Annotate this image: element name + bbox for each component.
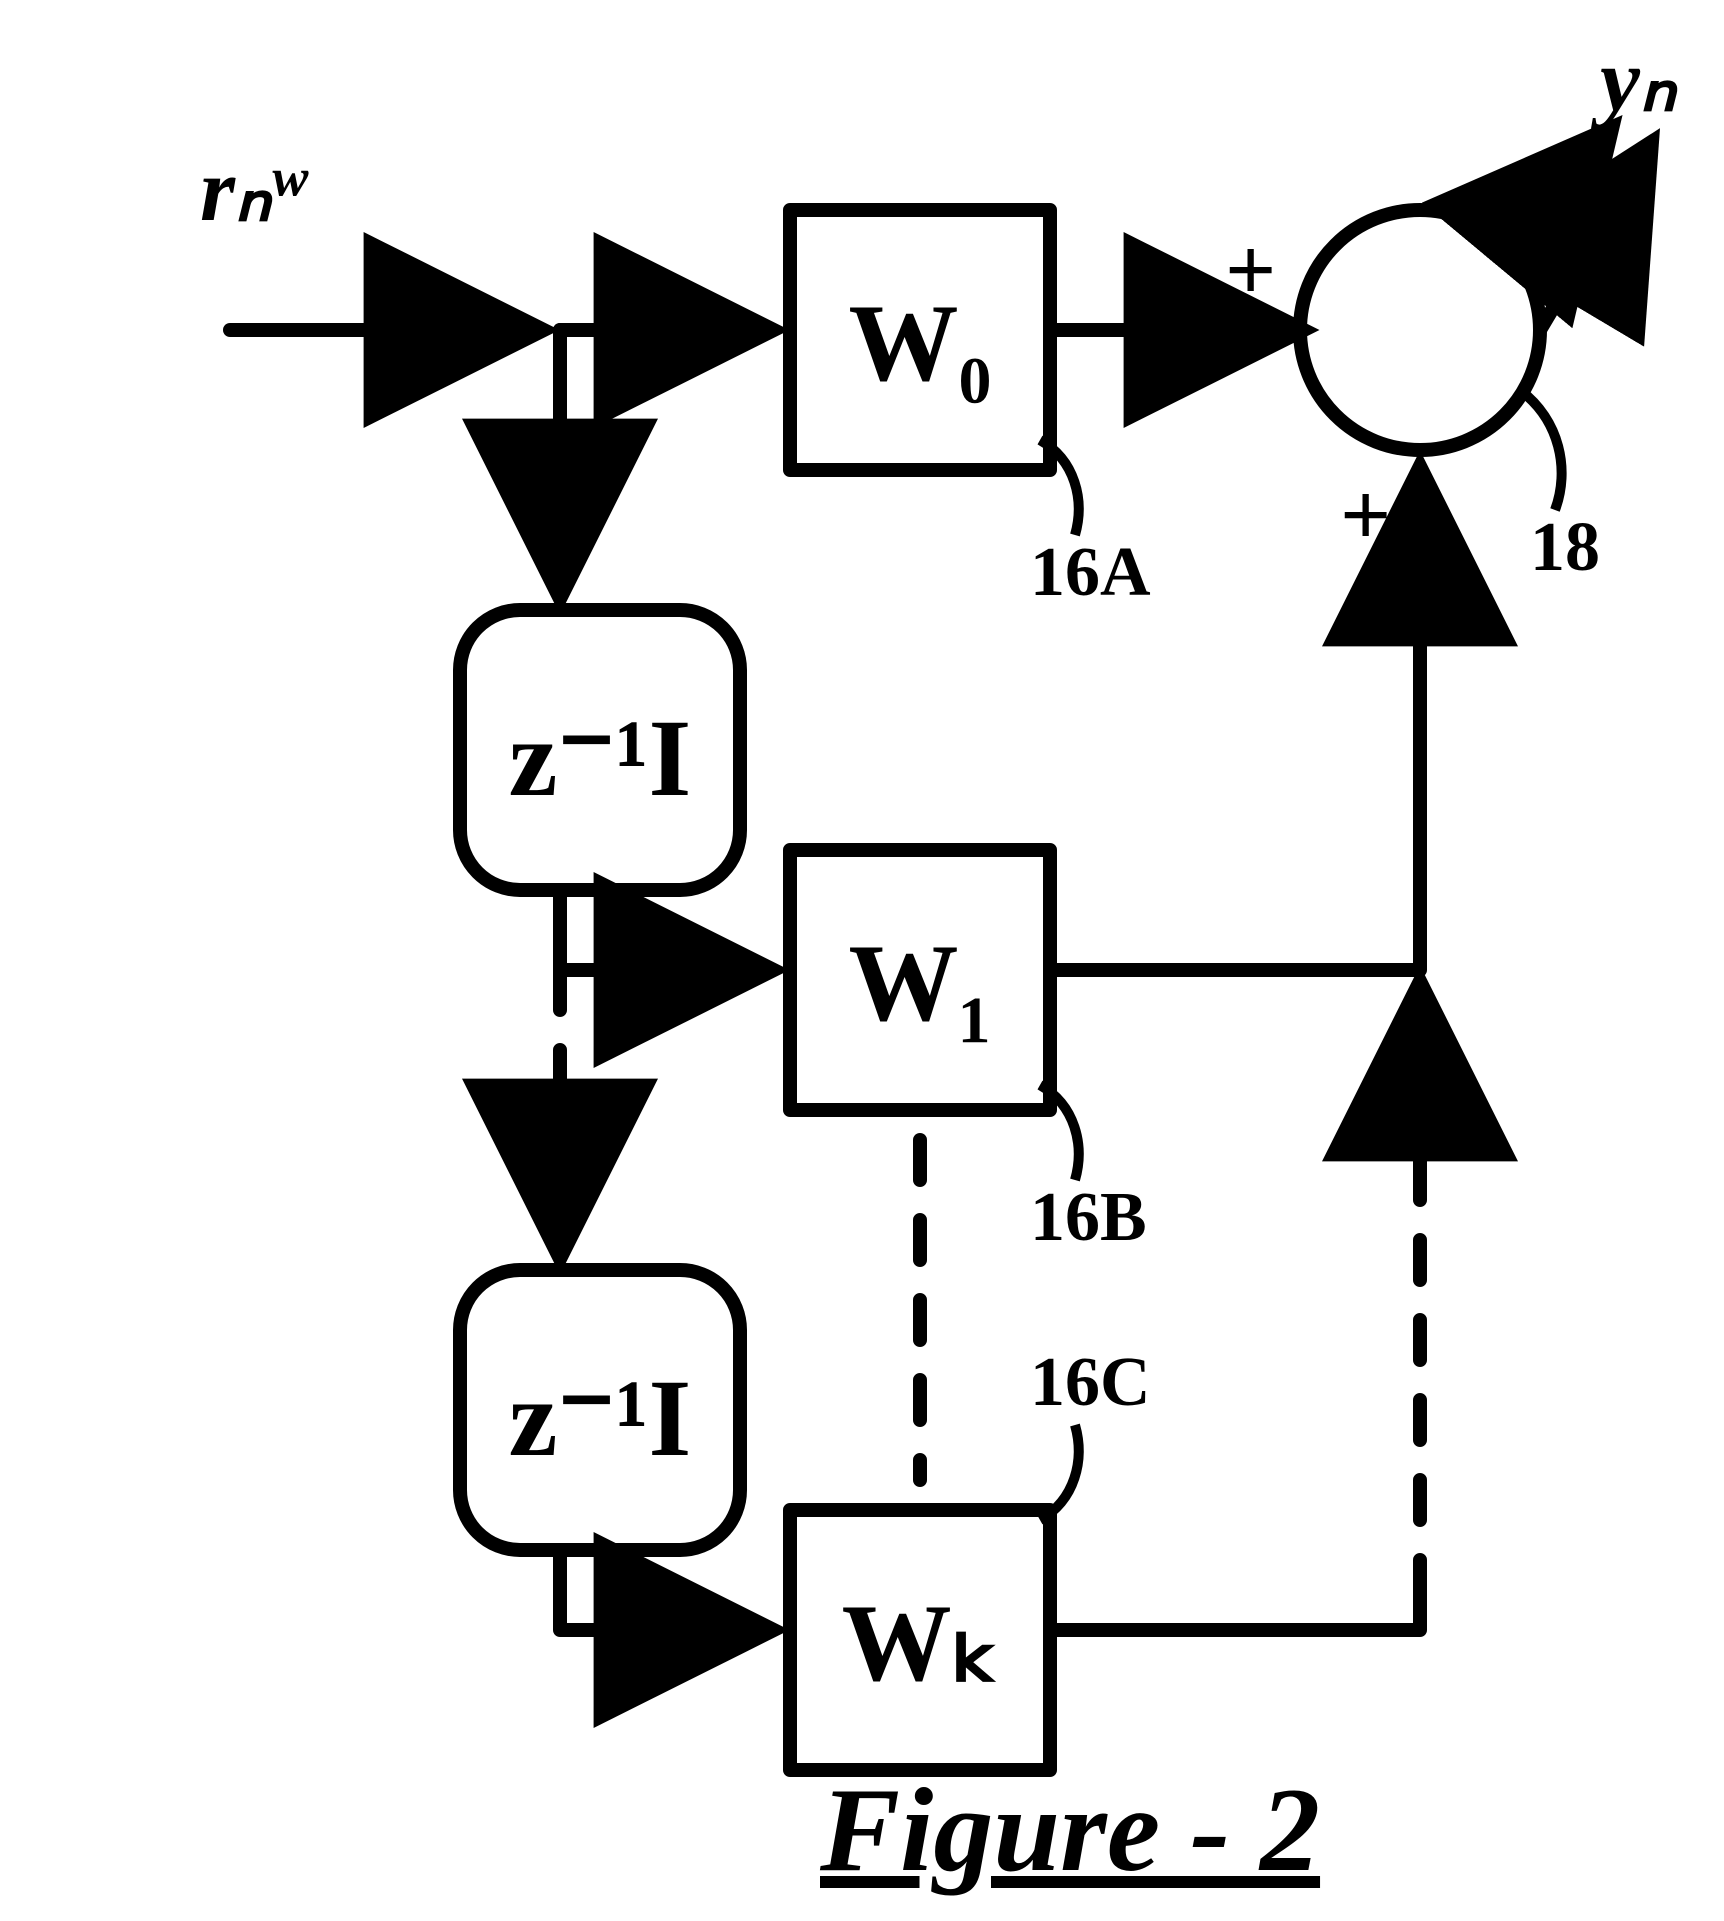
ref-16a: 16A (1030, 534, 1151, 611)
delay-label-2: z⁻¹I (509, 1357, 692, 1479)
weight-w0-label: W₀ (849, 282, 992, 404)
ref-16c: 16C (1030, 1344, 1151, 1421)
delay-label-1: z⁻¹I (509, 697, 692, 819)
weight-w1-label: W₁ (849, 922, 992, 1044)
output-label: yₙ (1590, 31, 1679, 130)
input-label: rₙʷ (200, 141, 309, 240)
plus-left: + (1225, 221, 1276, 320)
ref-16b: 16B (1030, 1179, 1147, 1256)
ref-18: 18 (1530, 509, 1600, 586)
figure-caption: Figure - 2 (819, 1763, 1320, 1896)
weight-wk-label: Wₖ (842, 1582, 999, 1704)
block-diagram: rₙʷ yₙ z⁻¹I z⁻¹I W₀ W₁ Wₖ 16A 16B 16C 18… (0, 0, 1724, 1921)
plus-bottom: + (1340, 466, 1391, 565)
